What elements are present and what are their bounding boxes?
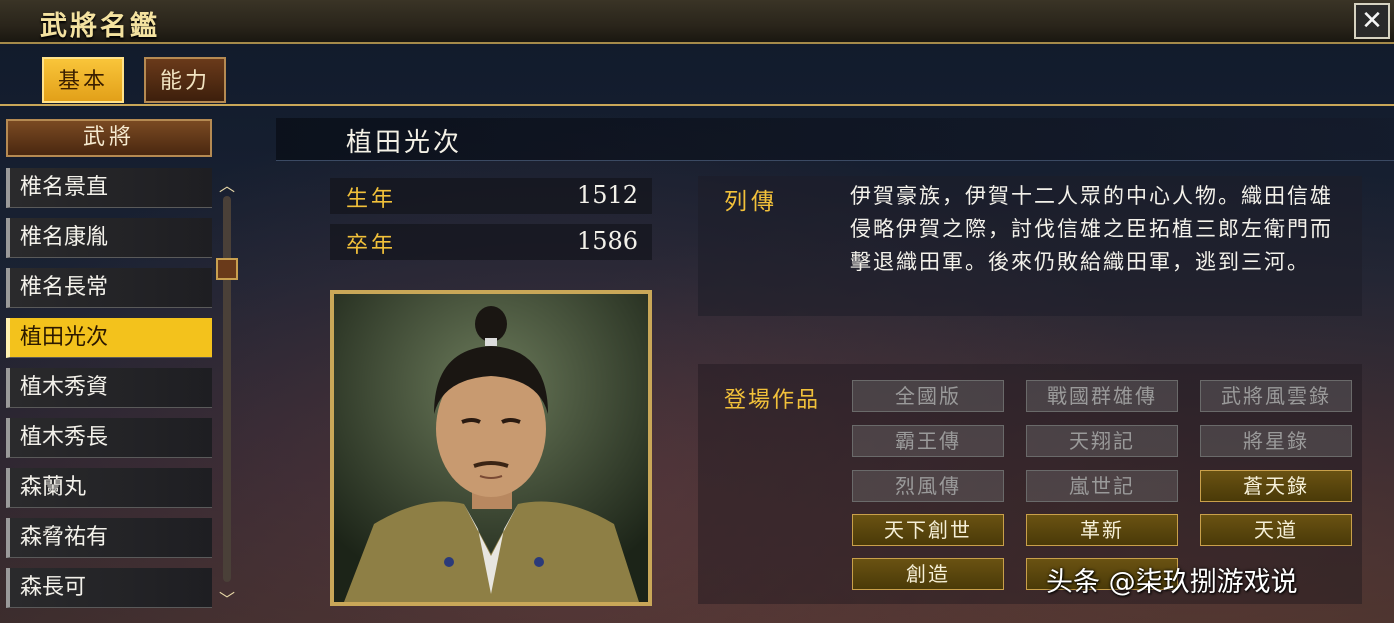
window-title: 武將名鑑 [40,11,160,42]
list-item[interactable]: 椎名景直 [6,168,212,208]
death-year-row: 卒年 1586 [330,224,652,260]
work-badge: 烈風傳 [852,470,1004,502]
work-badge: 戰國群雄傳 [1026,380,1178,412]
list-item[interactable]: 椎名長常 [6,268,212,308]
list-item[interactable]: 植木秀長 [6,418,212,458]
scroll-up-arrow-icon[interactable]: ︿ [216,172,238,196]
work-badge: 武將風雲錄 [1200,380,1352,412]
list-item[interactable]: 植木秀資 [6,368,212,408]
biography-panel: 列傳 伊賀豪族，伊賀十二人眾的中心人物。織田信雄侵略伊賀之際，討伐信雄之臣拓植三… [698,176,1362,316]
work-badge: 霸王傳 [852,425,1004,457]
work-badge: 嵐世記 [1026,470,1178,502]
scroll-down-arrow-icon[interactable]: ﹀ [216,586,238,610]
list-item[interactable]: 森蘭丸 [6,468,212,508]
work-badge: 全國版 [852,380,1004,412]
scrollbar-track[interactable] [223,196,231,582]
work-badge-appeared: 蒼天錄 [1200,470,1352,502]
general-portrait [330,290,652,606]
birth-year-value: 1512 [576,181,638,209]
work-badge-appeared: 天下創世 [852,514,1004,546]
work-badge-appeared: 天道 [1200,514,1352,546]
death-year-label: 卒年 [346,233,397,258]
list-item[interactable]: 椎名康胤 [6,218,212,258]
scrollbar-thumb[interactable] [216,258,238,280]
biography-label: 列傳 [724,189,778,215]
work-badge: 天翔記 [1026,425,1178,457]
work-badge-appeared: 革新 [1026,514,1178,546]
list-item[interactable]: 森長可 [6,568,212,608]
tabs-divider [0,104,1394,106]
work-badge-appeared: 創造 [852,558,1004,590]
birth-year-label: 生年 [346,187,397,212]
death-year-value: 1586 [576,227,638,255]
biography-text: 伊賀豪族，伊賀十二人眾的中心人物。織田信雄侵略伊賀之際，討伐信雄之臣拓植三郎左衛… [850,184,1333,274]
watermark-text: 头条 @柒玖捌游戏说 [1046,567,1298,598]
general-list-header[interactable]: 武將 [6,119,212,157]
portrait-illustration [334,294,648,602]
close-button[interactable]: ✕ [1354,3,1390,39]
general-name: 植田光次 [346,128,463,158]
birth-year-row: 生年 1512 [330,178,652,214]
work-badge: 將星錄 [1200,425,1352,457]
list-item-selected[interactable]: 植田光次 [6,318,212,358]
list-item[interactable]: 森脅祐有 [6,518,212,558]
general-name-header: 植田光次 [276,118,1394,161]
tab-ability[interactable]: 能力 [144,57,226,103]
appearances-label: 登場作品 [724,388,821,413]
tab-basic[interactable]: 基本 [42,57,124,103]
title-bar: 武將名鑑 ✕ [0,0,1394,44]
